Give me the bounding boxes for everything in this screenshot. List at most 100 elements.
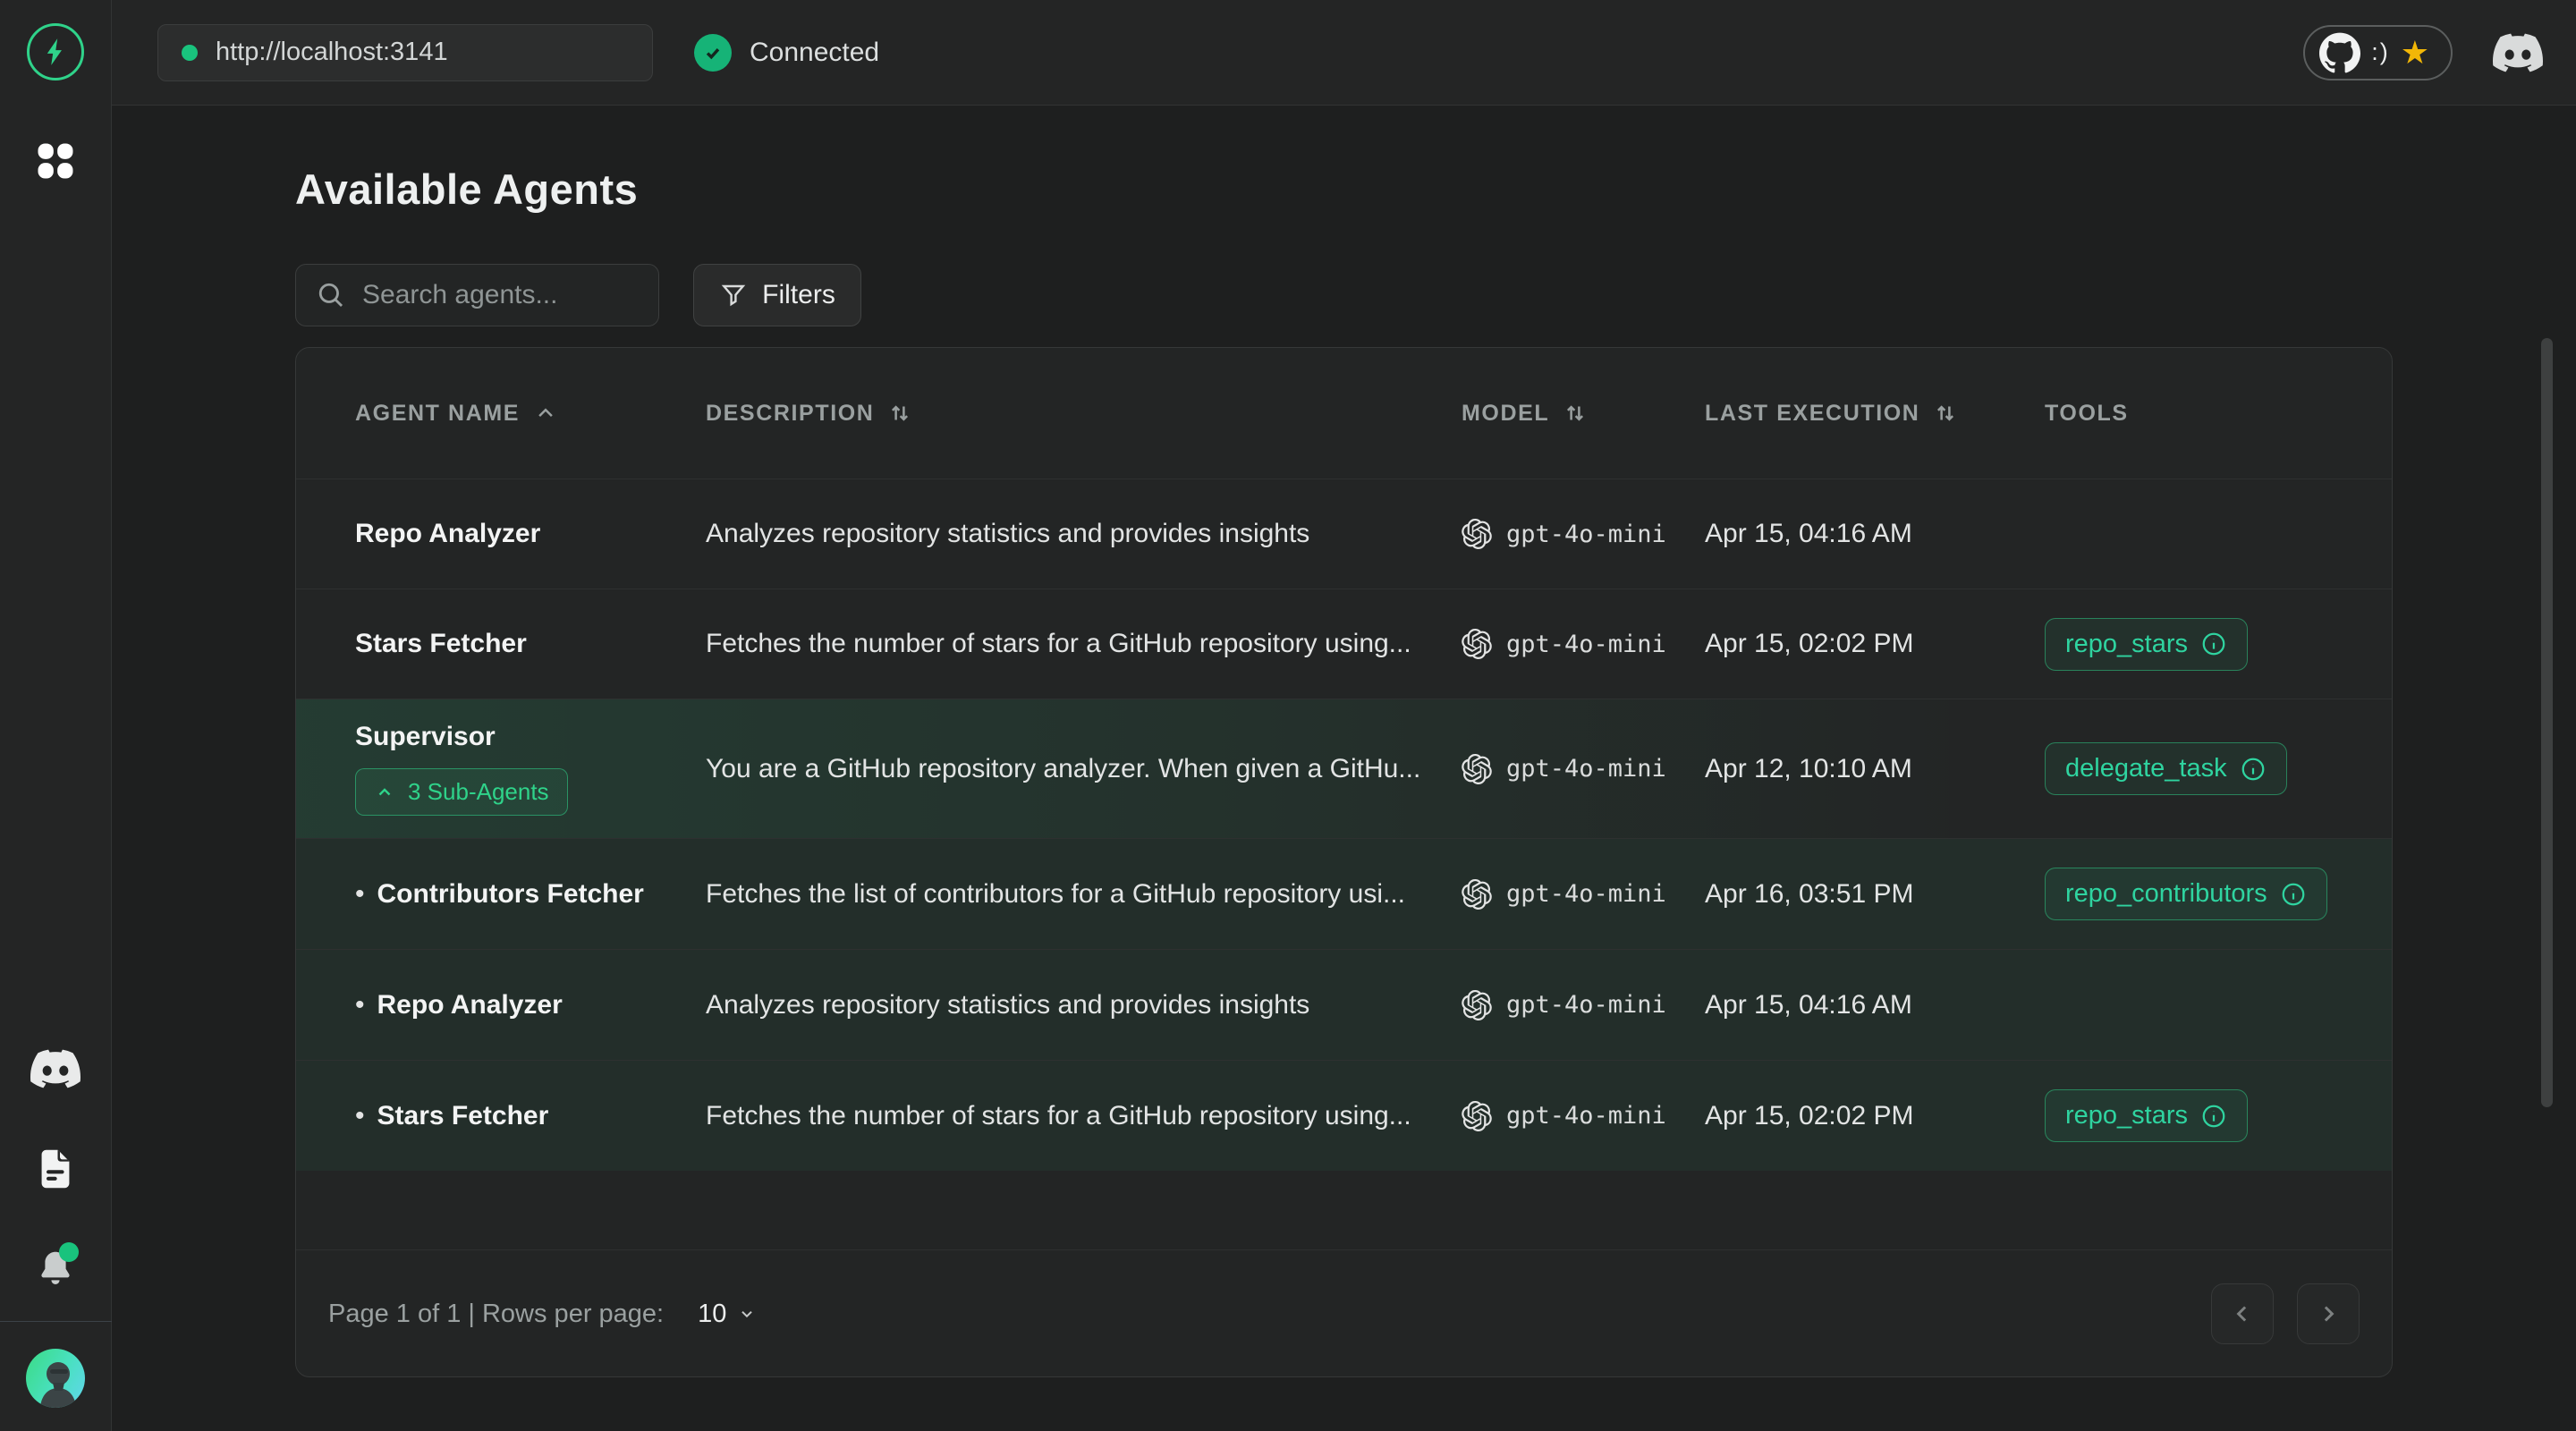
- openai-icon: [1462, 1101, 1492, 1131]
- agent-model: gpt-4o-mini: [1435, 990, 1678, 1020]
- table-footer: Page 1 of 1 | Rows per page: 10: [296, 1249, 2392, 1377]
- filters-label: Filters: [762, 280, 835, 310]
- page-title: Available Agents: [295, 165, 638, 214]
- agent-model: gpt-4o-mini: [1435, 519, 1678, 549]
- connection-status-label: Connected: [750, 38, 879, 68]
- agent-description: Fetches the number of stars for a GitHub…: [679, 629, 1435, 659]
- column-header-last-execution[interactable]: LAST EXECUTION: [1678, 400, 2018, 427]
- column-header-description[interactable]: DESCRIPTION: [679, 400, 1435, 427]
- main-content: Available Agents Filters AGENT NAME DESC…: [112, 106, 2576, 1431]
- agent-model: gpt-4o-mini: [1435, 754, 1678, 784]
- tool-badge[interactable]: repo_contributors: [2045, 868, 2327, 920]
- search-icon: [316, 280, 346, 310]
- agent-model: gpt-4o-mini: [1435, 629, 1678, 659]
- table-controls: Filters: [295, 264, 861, 326]
- agent-description: You are a GitHub repository analyzer. Wh…: [679, 754, 1435, 784]
- agent-last-execution: Apr 15, 02:02 PM: [1678, 629, 2018, 659]
- agent-model: gpt-4o-mini: [1435, 1101, 1678, 1131]
- server-url-input[interactable]: http://localhost:3141: [157, 24, 653, 81]
- sidebar-divider: [0, 1321, 112, 1322]
- tool-badge[interactable]: delegate_task: [2045, 742, 2287, 795]
- notification-dot: [59, 1242, 79, 1262]
- table-row-supervisor[interactable]: Supervisor 3 Sub-Agents You are a GitHub…: [296, 699, 2392, 838]
- table-row[interactable]: Stars Fetcher Fetches the number of star…: [296, 588, 2392, 699]
- agent-tools: repo_stars: [2018, 1089, 2360, 1142]
- agent-tools: delegate_task: [2018, 742, 2360, 795]
- sidebar-discord-icon[interactable]: [30, 1044, 80, 1094]
- previous-page-button[interactable]: [2211, 1283, 2274, 1344]
- filter-funnel-icon: [719, 281, 748, 309]
- docs-icon[interactable]: [30, 1144, 80, 1194]
- sub-agent-bullet: •: [355, 1101, 365, 1130]
- pagination-info: Page 1 of 1 | Rows per page: 10: [328, 1294, 769, 1334]
- connected-check-icon: [694, 34, 732, 72]
- openai-icon: [1462, 629, 1492, 659]
- table-row-sub-agent[interactable]: •Stars Fetcher Fetches the number of sta…: [296, 1060, 2392, 1171]
- chevron-left-icon: [2229, 1300, 2256, 1327]
- chevron-down-icon: [737, 1304, 757, 1324]
- openai-icon: [1462, 990, 1492, 1020]
- agent-last-execution: Apr 12, 10:10 AM: [1678, 754, 2018, 784]
- table-row-sub-agent[interactable]: •Contributors Fetcher Fetches the list o…: [296, 838, 2392, 949]
- server-online-dot: [182, 45, 198, 61]
- column-header-tools: TOOLS: [2018, 401, 2360, 427]
- agent-last-execution: Apr 15, 02:02 PM: [1678, 1101, 2018, 1131]
- agent-name: Supervisor: [355, 722, 496, 752]
- agent-tools: repo_contributors: [2018, 868, 2360, 920]
- column-header-agent-name[interactable]: AGENT NAME: [328, 400, 679, 427]
- rows-per-page-value: 10: [698, 1300, 726, 1329]
- table-header-row: AGENT NAME DESCRIPTION MODEL LAST EXECUT…: [296, 348, 2392, 478]
- column-header-model[interactable]: MODEL: [1435, 400, 1678, 427]
- agent-description: Fetches the list of contributors for a G…: [679, 879, 1435, 910]
- agent-name-cell: Supervisor 3 Sub-Agents: [328, 722, 679, 816]
- topbar: http://localhost:3141 Connected :) ★: [112, 0, 2576, 106]
- agent-tools: repo_stars: [2018, 618, 2360, 671]
- agent-description: Analyzes repository statistics and provi…: [679, 990, 1435, 1020]
- table-row-sub-agent[interactable]: •Repo Analyzer Analyzes repository stati…: [296, 949, 2392, 1060]
- agent-model: gpt-4o-mini: [1435, 879, 1678, 910]
- agents-table: AGENT NAME DESCRIPTION MODEL LAST EXECUT…: [295, 347, 2393, 1377]
- table-row[interactable]: Repo Analyzer Analyzes repository statis…: [296, 478, 2392, 588]
- agent-last-execution: Apr 16, 03:51 PM: [1678, 879, 2018, 910]
- sub-agent-bullet: •: [355, 879, 365, 909]
- agent-description: Analyzes repository statistics and provi…: [679, 519, 1435, 549]
- agent-name: •Contributors Fetcher: [328, 879, 679, 910]
- app-logo-lightning-icon[interactable]: [27, 23, 84, 80]
- pagination-summary: Page 1 of 1 | Rows per page:: [328, 1300, 664, 1329]
- info-icon[interactable]: [2200, 1103, 2227, 1130]
- openai-icon: [1462, 754, 1492, 784]
- openai-icon: [1462, 519, 1492, 549]
- user-avatar[interactable]: [26, 1349, 85, 1408]
- filters-button[interactable]: Filters: [693, 264, 861, 326]
- agent-name: Stars Fetcher: [328, 629, 679, 659]
- github-icon: [2319, 32, 2360, 73]
- agent-name: •Repo Analyzer: [328, 990, 679, 1020]
- sort-icon: [1562, 400, 1589, 427]
- sort-icon: [1932, 400, 1959, 427]
- next-page-button[interactable]: [2297, 1283, 2360, 1344]
- rows-per-page-select[interactable]: 10: [682, 1294, 769, 1334]
- star-icon: ★: [2401, 37, 2429, 69]
- github-star-button[interactable]: :) ★: [2303, 25, 2453, 80]
- notifications-bell-icon[interactable]: [30, 1244, 80, 1294]
- info-icon[interactable]: [2240, 756, 2267, 783]
- topbar-discord-icon[interactable]: [2492, 27, 2544, 79]
- tool-badge[interactable]: repo_stars: [2045, 618, 2248, 671]
- sub-agents-toggle[interactable]: 3 Sub-Agents: [355, 768, 568, 816]
- sort-icon: [886, 400, 913, 427]
- info-icon[interactable]: [2200, 631, 2227, 657]
- info-icon[interactable]: [2280, 881, 2307, 908]
- sidebar: [0, 0, 112, 1431]
- chevron-right-icon: [2315, 1300, 2342, 1327]
- connection-status: Connected: [694, 34, 879, 72]
- table-filler: [296, 1171, 2392, 1249]
- table-scrollbar[interactable]: [2541, 338, 2553, 1107]
- agent-name: •Stars Fetcher: [328, 1101, 679, 1131]
- agent-last-execution: Apr 15, 04:16 AM: [1678, 990, 2018, 1020]
- agent-last-execution: Apr 15, 04:16 AM: [1678, 519, 2018, 549]
- search-input[interactable]: [362, 280, 639, 310]
- pagination-buttons: [2211, 1283, 2360, 1344]
- dashboard-grid-icon[interactable]: [30, 136, 80, 186]
- tool-badge[interactable]: repo_stars: [2045, 1089, 2248, 1142]
- search-agents-box: [295, 264, 659, 326]
